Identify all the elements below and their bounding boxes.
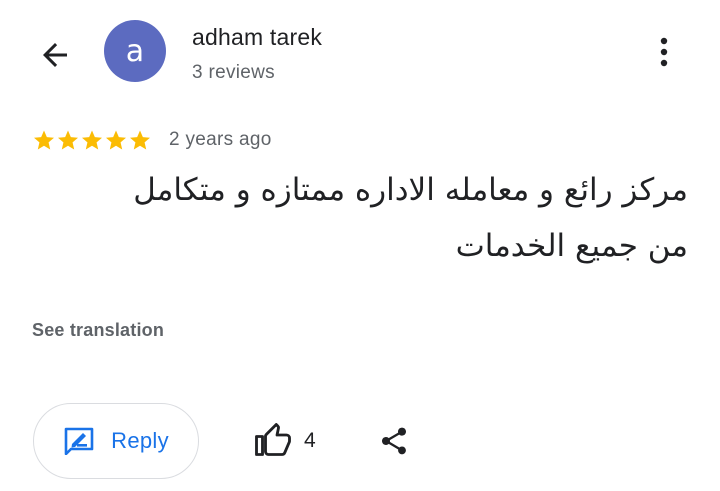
review-text-line-2: من جميع الخدمات [455, 228, 688, 264]
star-icon [106, 130, 126, 150]
like-button[interactable]: 4 [254, 420, 316, 462]
avatar-letter: a [125, 33, 145, 69]
user-name[interactable]: adham tarek [192, 24, 322, 51]
star-rating [32, 128, 152, 152]
review-text-line-1: مركز رائع و معامله الاداره ممتازه و متكا… [133, 172, 688, 208]
review-detail-page: a adham tarek 3 reviews 2 years ago مركز… [0, 0, 720, 491]
more-options-button[interactable] [642, 28, 686, 76]
review-time: 2 years ago [169, 129, 272, 150]
share-button[interactable] [374, 420, 414, 462]
avatar[interactable]: a [104, 20, 166, 82]
star-icon [130, 130, 150, 150]
review-count: 3 reviews [192, 62, 275, 83]
star-icon [34, 130, 54, 150]
star-icon [58, 130, 78, 150]
reply-button[interactable]: Reply [33, 403, 199, 479]
review-text: مركز رائع و معامله الاداره ممتازه و متكا… [28, 162, 688, 274]
thumb-up-icon [255, 423, 291, 456]
reply-icon [64, 427, 94, 455]
arrow-back-icon [43, 43, 67, 67]
star-icon [82, 130, 102, 150]
like-count: 4 [304, 429, 316, 452]
share-icon [382, 427, 406, 455]
reply-label: Reply [111, 428, 169, 453]
see-translation-link[interactable]: See translation [32, 320, 164, 341]
more-vert-icon [660, 37, 668, 67]
back-button[interactable] [30, 30, 80, 80]
